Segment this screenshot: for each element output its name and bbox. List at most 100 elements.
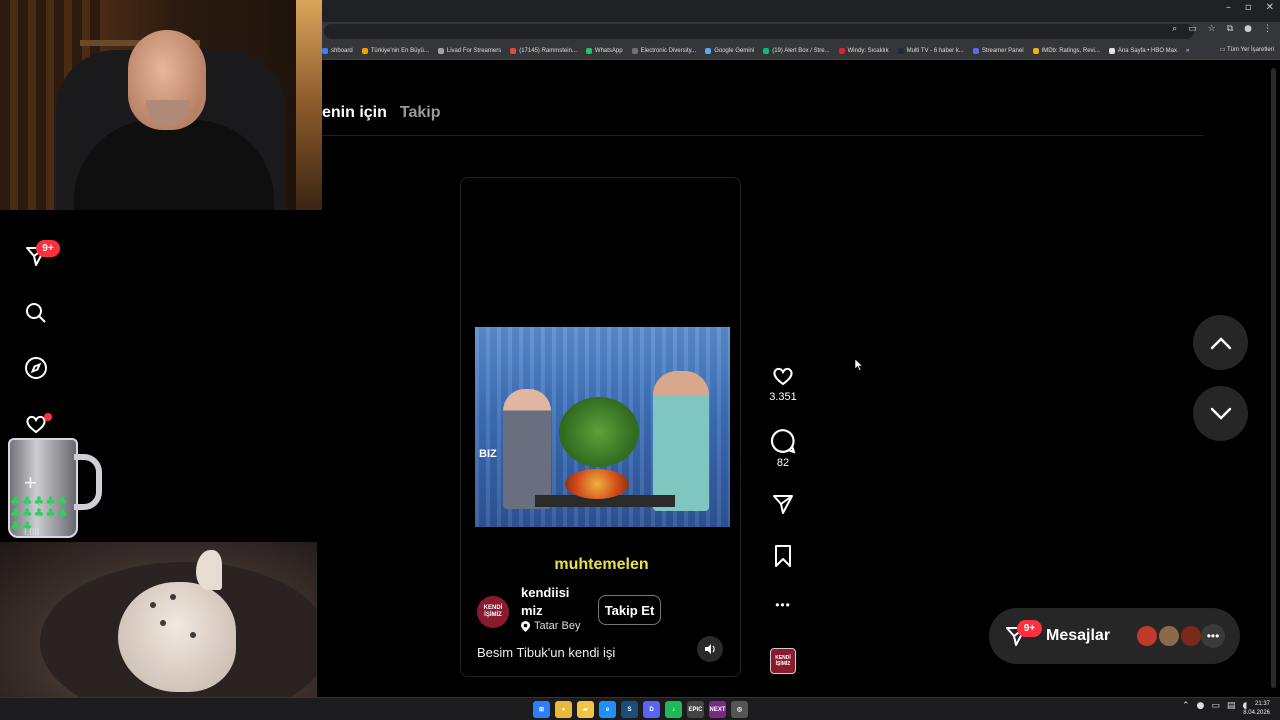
- bookmark-item[interactable]: WhatsApp: [585, 47, 623, 54]
- taskbar-app-spotify[interactable]: ♪: [665, 701, 682, 718]
- notification-badge: 9+: [36, 240, 60, 257]
- messages-more-button[interactable]: •••: [1201, 624, 1225, 648]
- mute-button[interactable]: [697, 636, 723, 662]
- taskbar-app-discord[interactable]: D: [643, 701, 660, 718]
- avatar[interactable]: [1135, 624, 1159, 648]
- avatar[interactable]: [1179, 624, 1203, 648]
- bookmark-item[interactable]: Google Gemini: [705, 47, 754, 54]
- chevron-up-icon: [1210, 336, 1231, 349]
- bookmark-item[interactable]: (19) Alert Box / Stre...: [763, 47, 830, 54]
- mug-handle: [74, 454, 102, 510]
- share-action: [765, 492, 801, 516]
- messages-badge: 9+: [1017, 620, 1042, 637]
- bookmark-label: WhatsApp: [594, 47, 623, 54]
- cast-icon[interactable]: ▭: [1188, 24, 1197, 34]
- bookmark-icon[interactable]: [772, 544, 794, 568]
- chevron-down-icon: [1210, 407, 1231, 420]
- taskbar-app-next[interactable]: NEXT: [709, 701, 726, 718]
- bookmark-label: IMDb: Ratings, Revi...: [1041, 47, 1100, 54]
- bookmark-item[interactable]: Windy: Sıcaklık: [838, 47, 889, 54]
- system-tray: ⌃ ● ▭ ▤ ◖: [1182, 701, 1247, 711]
- menu-icon[interactable]: ⋮: [1263, 24, 1272, 34]
- address-bar[interactable]: [324, 24, 1194, 39]
- messages-drawer-button[interactable]: 9+ Mesajlar •••: [989, 608, 1240, 664]
- bookmark-item[interactable]: (17145) Rammstein...: [510, 47, 577, 54]
- like-count: 3.351: [769, 391, 797, 403]
- author-username[interactable]: kendiisi miz: [521, 584, 581, 620]
- close-window-button[interactable]: ✕: [1266, 2, 1274, 13]
- more-action: •••: [765, 598, 801, 612]
- tray-chevron-icon[interactable]: ⌃: [1182, 701, 1190, 711]
- sidebar-item-explore[interactable]: [22, 354, 50, 382]
- heart-icon[interactable]: [770, 364, 796, 388]
- bookmark-label: Livad For Streamers: [446, 47, 502, 54]
- system-clock[interactable]: 21:37 8.04.2026: [1243, 700, 1270, 718]
- tab-following[interactable]: Takip: [400, 104, 441, 122]
- taskbar-app-edge[interactable]: e: [599, 701, 616, 718]
- comment-icon[interactable]: [770, 428, 796, 454]
- pet-webcam: [0, 542, 317, 697]
- video-player[interactable]: BIZ: [475, 327, 730, 527]
- bookmark-favicon-icon: [585, 47, 592, 54]
- bookmarks-overflow-button[interactable]: »: [1186, 48, 1189, 54]
- more-options-icon[interactable]: •••: [775, 598, 791, 612]
- video-caption: muhtemelen: [554, 556, 649, 573]
- profile-icon[interactable]: ●: [1244, 24, 1252, 34]
- next-reel-button[interactable]: [1193, 386, 1248, 441]
- send-icon[interactable]: [771, 492, 795, 516]
- display-icon[interactable]: ▭: [1211, 701, 1220, 711]
- bookmark-label: Türkiye'nin En Büyü...: [370, 47, 429, 54]
- mug-label: l.llll: [24, 528, 40, 538]
- bookmark-item[interactable]: Livad For Streamers: [437, 47, 502, 54]
- taskbar-app-epic[interactable]: EPIC: [687, 701, 704, 718]
- window-controls: – ▫ ✕: [1226, 2, 1274, 13]
- tab-for-you[interactable]: enin için: [322, 104, 387, 122]
- minimize-button[interactable]: –: [1226, 2, 1231, 13]
- star-icon[interactable]: ☆: [1208, 24, 1216, 34]
- mic-icon[interactable]: ●: [1197, 701, 1205, 711]
- bookmark-item[interactable]: Ana Sayfa • HBO Max: [1108, 47, 1177, 54]
- bookmark-favicon-icon: [763, 47, 770, 54]
- video-description: Besim Tibuk'un kendi işi: [477, 645, 616, 660]
- audio-thumbnail[interactable]: KENDİ İŞİMİZ: [770, 648, 796, 674]
- taskbar-app-steam[interactable]: S: [621, 701, 638, 718]
- bookmark-item[interactable]: Streamer Panel: [972, 47, 1024, 54]
- previous-reel-button[interactable]: [1193, 315, 1248, 370]
- taskbar-app-start[interactable]: ⊞: [533, 701, 550, 718]
- follow-button[interactable]: Takip Et: [598, 595, 661, 625]
- bookmark-item[interactable]: Türkiye'nin En Büyü...: [361, 47, 429, 54]
- bookmark-item[interactable]: shboard: [322, 47, 353, 54]
- bookmark-favicon-icon: [1108, 47, 1115, 54]
- page-scrollbar[interactable]: [1271, 68, 1276, 688]
- bookmark-label: (19) Alert Box / Stre...: [772, 47, 830, 54]
- network-icon[interactable]: ▤: [1227, 701, 1236, 711]
- mouse-cursor-icon: [855, 359, 863, 371]
- bookmark-favicon-icon: [631, 47, 638, 54]
- clover-icons: ♣ ♣ ♣ ♣ ♣ ♣ ♣ ♣ ♣ ♣ ♣ ♣: [10, 494, 68, 533]
- bookmark-item[interactable]: Multi TV - 6 haber k...: [897, 47, 964, 54]
- notification-dot: [44, 413, 52, 421]
- bookmark-favicon-icon: [705, 47, 712, 54]
- sidebar-item-search[interactable]: [22, 299, 50, 327]
- maximize-button[interactable]: ▫: [1245, 2, 1252, 13]
- bookmark-item[interactable]: Electronic Diversity...: [631, 47, 696, 54]
- taskbar-app-other[interactable]: ◎: [731, 701, 748, 718]
- search-icon: [26, 303, 46, 323]
- taskbar-app-explorer[interactable]: ▰: [577, 701, 594, 718]
- location-tag[interactable]: Tatar Bey: [521, 620, 583, 632]
- all-bookmarks[interactable]: ▭ Tüm Yer İşaretleri: [1220, 46, 1274, 53]
- avatar[interactable]: [1157, 624, 1181, 648]
- speaker-icon: [705, 644, 715, 654]
- messages-label: Mesajlar: [1046, 627, 1111, 644]
- taskbar-app-chrome[interactable]: ●: [555, 701, 572, 718]
- zoom-icon[interactable]: ⌕: [1172, 24, 1177, 34]
- feed-tabs: enin için Takip: [322, 104, 441, 122]
- bookmark-item[interactable]: IMDb: Ratings, Revi...: [1032, 47, 1100, 54]
- extensions-icon[interactable]: ⧉: [1227, 24, 1233, 34]
- bookmark-label: (17145) Rammstein...: [519, 47, 577, 54]
- location-label: Tatar Bey: [534, 620, 581, 632]
- bookmark-favicon-icon: [322, 47, 328, 54]
- taskbar-apps: ⊞ ● ▰ e S D ♪ EPIC NEXT ◎: [533, 701, 748, 718]
- avatar[interactable]: KENDİ İŞİMİZ: [477, 596, 509, 628]
- reel-card[interactable]: BIZ muhtemelen KENDİ İŞİMİZ kendiisi miz …: [460, 177, 741, 677]
